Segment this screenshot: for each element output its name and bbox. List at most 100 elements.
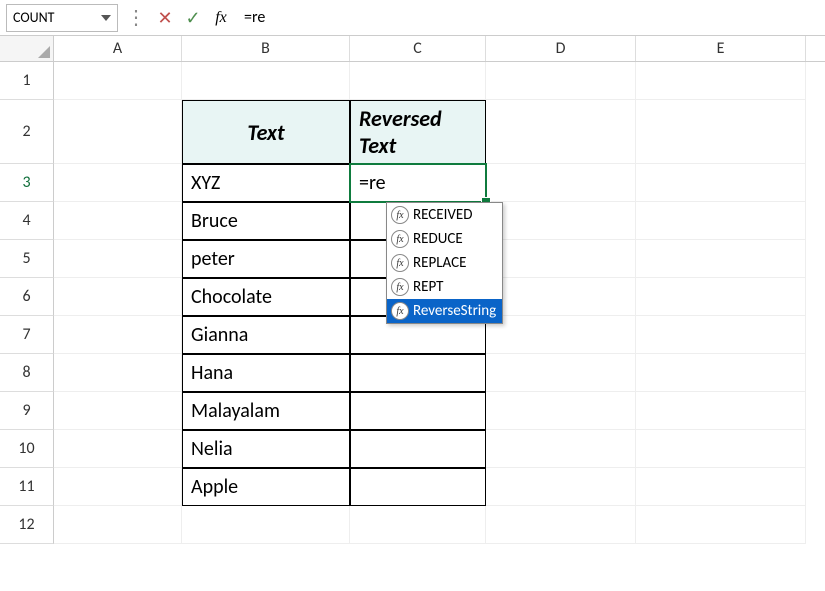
cell-B4[interactable]: Bruce xyxy=(182,202,350,240)
cell-A1[interactable] xyxy=(54,62,182,100)
name-box[interactable]: COUNT xyxy=(6,4,118,32)
cell-A4[interactable] xyxy=(54,202,182,240)
cell-A6[interactable] xyxy=(54,278,182,316)
cell-E4[interactable] xyxy=(636,202,806,240)
cell-B7[interactable]: Gianna xyxy=(182,316,350,354)
cell-A12[interactable] xyxy=(54,506,182,544)
cell-C8[interactable] xyxy=(350,354,486,392)
row-header[interactable]: 6 xyxy=(0,278,54,316)
row: 11 Apple xyxy=(0,468,825,506)
row: 10 Nelia xyxy=(0,430,825,468)
cell-E9[interactable] xyxy=(636,392,806,430)
cell-E6[interactable] xyxy=(636,278,806,316)
autocomplete-item[interactable]: fx RECEIVED xyxy=(387,203,502,227)
cell-D3[interactable] xyxy=(486,164,636,202)
cell-B1[interactable] xyxy=(182,62,350,100)
cell-C10[interactable] xyxy=(350,430,486,468)
cancel-button[interactable]: ✕ xyxy=(154,6,176,30)
formula-input[interactable]: =re xyxy=(238,4,819,32)
cell-E7[interactable] xyxy=(636,316,806,354)
row: 1 xyxy=(0,62,825,100)
cell-C3[interactable]: =re xyxy=(350,164,486,202)
cell-B6[interactable]: Chocolate xyxy=(182,278,350,316)
row-header[interactable]: 7 xyxy=(0,316,54,354)
autocomplete-item-selected[interactable]: fx ReverseString xyxy=(387,299,502,323)
autocomplete-item[interactable]: fx REPLACE xyxy=(387,251,502,275)
cell-D11[interactable] xyxy=(486,468,636,506)
cell-A8[interactable] xyxy=(54,354,182,392)
cell-D2[interactable] xyxy=(486,100,636,164)
row-header[interactable]: 9 xyxy=(0,392,54,430)
cell-B5[interactable]: peter xyxy=(182,240,350,278)
cell-D8[interactable] xyxy=(486,354,636,392)
cell-A3[interactable] xyxy=(54,164,182,202)
formula-autocomplete[interactable]: fx RECEIVED fx REDUCE fx REPLACE fx REPT… xyxy=(386,202,503,324)
row-header[interactable]: 5 xyxy=(0,240,54,278)
column-header-B[interactable]: B xyxy=(182,36,350,61)
fx-icon: fx xyxy=(215,9,227,27)
row-header[interactable]: 12 xyxy=(0,506,54,544)
column-header-A[interactable]: A xyxy=(54,36,182,61)
header-text[interactable]: Text xyxy=(182,100,350,164)
cell-B11[interactable]: Apple xyxy=(182,468,350,506)
cell-B10[interactable]: Nelia xyxy=(182,430,350,468)
cell-A5[interactable] xyxy=(54,240,182,278)
row-header[interactable]: 11 xyxy=(0,468,54,506)
row: 8 Hana xyxy=(0,354,825,392)
cell-E11[interactable] xyxy=(636,468,806,506)
row-header[interactable]: 10 xyxy=(0,430,54,468)
autocomplete-label: RECEIVED xyxy=(413,206,472,224)
cell-E8[interactable] xyxy=(636,354,806,392)
cell-A7[interactable] xyxy=(54,316,182,354)
cell-E5[interactable] xyxy=(636,240,806,278)
cell-C1[interactable] xyxy=(350,62,486,100)
cell-E1[interactable] xyxy=(636,62,806,100)
cell-D9[interactable] xyxy=(486,392,636,430)
column-headers: A B C D E xyxy=(0,36,825,62)
cell-B8[interactable]: Hana xyxy=(182,354,350,392)
cell-D4[interactable] xyxy=(486,202,636,240)
row: 12 xyxy=(0,506,825,544)
select-all-corner[interactable] xyxy=(0,36,54,61)
cell-D10[interactable] xyxy=(486,430,636,468)
cell-A10[interactable] xyxy=(54,430,182,468)
row-header[interactable]: 2 xyxy=(0,100,54,164)
header-reversed[interactable]: Reversed Text xyxy=(350,100,486,164)
cell-E2[interactable] xyxy=(636,100,806,164)
cell-E3[interactable] xyxy=(636,164,806,202)
accept-button[interactable]: ✓ xyxy=(182,6,204,30)
cell-D6[interactable] xyxy=(486,278,636,316)
cell-A11[interactable] xyxy=(54,468,182,506)
cell-D1[interactable] xyxy=(486,62,636,100)
row-header[interactable]: 4 xyxy=(0,202,54,240)
column-header-E[interactable]: E xyxy=(636,36,806,61)
cell-B12[interactable] xyxy=(182,506,350,544)
fx-icon: fx xyxy=(391,302,409,320)
insert-function-button[interactable]: fx xyxy=(210,6,232,30)
cell-D12[interactable] xyxy=(486,506,636,544)
cell-C9[interactable] xyxy=(350,392,486,430)
cell-E10[interactable] xyxy=(636,430,806,468)
cell-C11[interactable] xyxy=(350,468,486,506)
row-header[interactable]: 1 xyxy=(0,62,54,100)
row: 3 XYZ =re xyxy=(0,164,825,202)
formula-input-text: =re xyxy=(244,8,265,27)
cell-C12[interactable] xyxy=(350,506,486,544)
column-header-C[interactable]: C xyxy=(350,36,486,61)
cell-A2[interactable] xyxy=(54,100,182,164)
cell-E12[interactable] xyxy=(636,506,806,544)
cell-A9[interactable] xyxy=(54,392,182,430)
row-header[interactable]: 3 xyxy=(0,164,54,202)
spreadsheet: A B C D E 1 2 Text Reversed Text xyxy=(0,36,825,591)
cell-D7[interactable] xyxy=(486,316,636,354)
cell-D5[interactable] xyxy=(486,240,636,278)
row-header[interactable]: 8 xyxy=(0,354,54,392)
cell-B9[interactable]: Malayalam xyxy=(182,392,350,430)
cell-B3[interactable]: XYZ xyxy=(182,164,350,202)
rows-container: 1 2 Text Reversed Text 3 XYZ xyxy=(0,62,825,544)
autocomplete-item[interactable]: fx REPT xyxy=(387,275,502,299)
chevron-down-icon[interactable] xyxy=(101,15,111,21)
column-header-D[interactable]: D xyxy=(486,36,636,61)
autocomplete-item[interactable]: fx REDUCE xyxy=(387,227,502,251)
row: 2 Text Reversed Text xyxy=(0,100,825,164)
